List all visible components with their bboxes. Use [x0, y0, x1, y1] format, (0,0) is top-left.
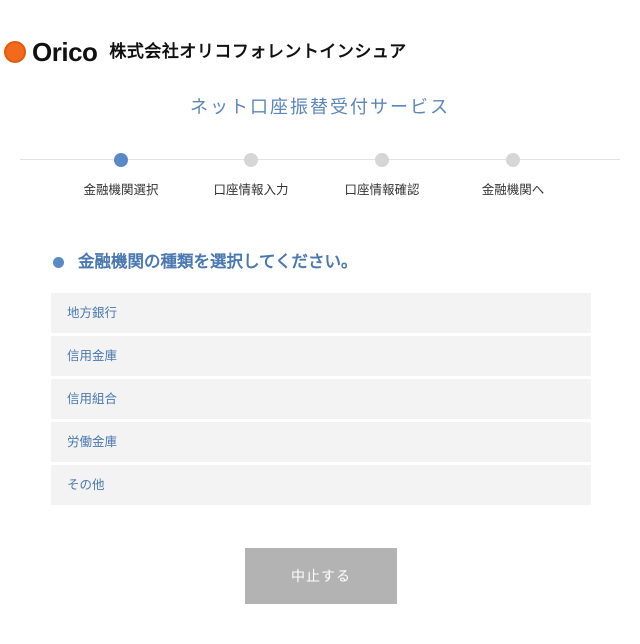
section-heading-text: 金融機関の種類を選択してください。 [78, 252, 358, 271]
bullet-icon [53, 256, 64, 268]
section-heading: 金融機関の種類を選択してください。 [53, 250, 358, 274]
step-label: 口座情報入力 [213, 182, 289, 197]
step-select-institution: 金融機関選択 [56, 150, 186, 198]
step-account-input: 口座情報入力 [186, 150, 316, 198]
option-labour-bank[interactable]: 労働金庫 [51, 422, 591, 462]
header-logo: Orico 株式会社オリコフォレントインシュア [4, 38, 407, 66]
step-to-institution: 金融機関へ [448, 150, 578, 198]
option-regional-bank[interactable]: 地方銀行 [51, 293, 591, 333]
step-label: 金融機関へ [481, 182, 545, 197]
step-dot-icon [375, 153, 389, 167]
step-dot-icon [244, 153, 258, 167]
brand-name: Orico [32, 37, 98, 67]
option-credit-union[interactable]: 信用組合 [51, 379, 591, 419]
page-title: ネット口座振替受付サービス [190, 97, 450, 118]
option-shinkin-bank[interactable]: 信用金庫 [51, 336, 591, 376]
option-label: 労働金庫 [67, 434, 118, 449]
step-dot-icon [506, 153, 520, 167]
option-label: 信用金庫 [67, 348, 118, 363]
option-other[interactable]: その他 [51, 465, 591, 505]
step-label: 金融機関選択 [83, 182, 159, 197]
step-account-confirm: 口座情報確認 [317, 150, 447, 198]
cancel-button[interactable]: 中止する [245, 548, 397, 604]
option-label: その他 [67, 477, 105, 492]
company-name: 株式会社オリコフォレントインシュア [109, 42, 407, 62]
step-label: 口座情報確認 [344, 182, 420, 197]
option-label: 地方銀行 [67, 305, 118, 320]
step-active-dot-icon [114, 153, 128, 167]
progress-stepper: 金融機関選択 口座情報入力 口座情報確認 金融機関へ [20, 150, 620, 210]
option-label: 信用組合 [67, 391, 118, 406]
institution-type-list: 地方銀行 信用金庫 信用組合 労働金庫 その他 [51, 293, 591, 508]
orico-logo-icon [4, 41, 26, 63]
